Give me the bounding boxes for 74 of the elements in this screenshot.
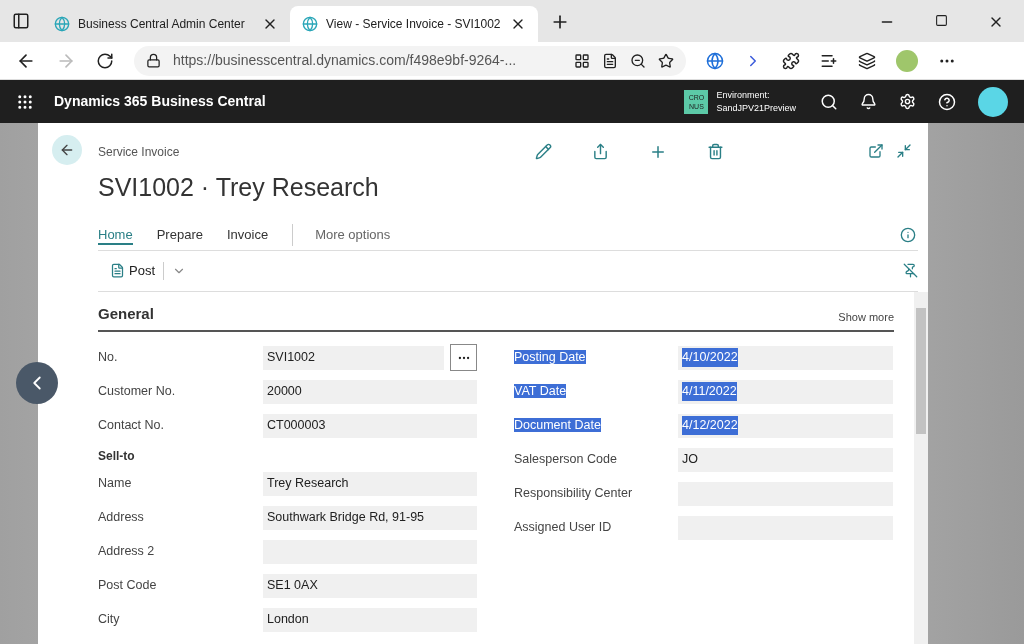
address-bar[interactable]: https://businesscentral.dynamics.com/f498e9bf-9264-... <box>134 45 686 76</box>
info-icon[interactable] <box>900 227 916 243</box>
document-icon <box>110 263 125 278</box>
globe-icon[interactable] <box>706 51 724 70</box>
search-icon[interactable] <box>820 92 838 111</box>
input-field[interactable]: Trey Research <box>263 471 477 496</box>
input-field[interactable]: 4/12/2022 <box>678 413 893 438</box>
scrollbar[interactable] <box>914 291 928 644</box>
action-tab[interactable]: Home <box>98 225 133 245</box>
zoom-out-icon[interactable] <box>630 52 646 69</box>
environment-name: SandJPV21Preview <box>716 101 796 115</box>
input-field[interactable]: CT000003 <box>263 413 477 438</box>
input-field[interactable]: 20000 <box>263 379 477 404</box>
puzzle-icon[interactable] <box>782 51 800 70</box>
input-field[interactable]: 4/10/2022 <box>678 345 893 370</box>
page-title: SVI1002 · Trey Research <box>98 172 379 203</box>
action-tab[interactable]: Invoice <box>226 225 269 245</box>
globe-icon <box>302 16 318 32</box>
field-label: City <box>98 611 121 629</box>
input-field[interactable]: SE1 0AX <box>263 573 477 598</box>
action-tab[interactable]: Prepare <box>156 225 203 245</box>
field-label: Salesperson Code <box>514 452 617 467</box>
input-field[interactable]: JO <box>678 447 893 472</box>
globe-icon <box>54 16 70 32</box>
unpin-icon[interactable] <box>903 263 918 278</box>
tab-title: Business Central Admin Center <box>78 16 246 33</box>
field-label: Posting Date <box>514 350 586 365</box>
star-icon[interactable] <box>658 52 674 69</box>
delete-icon[interactable] <box>706 143 724 161</box>
user-avatar[interactable] <box>978 86 1008 117</box>
back-button[interactable] <box>52 135 82 165</box>
collections-icon[interactable] <box>858 51 876 70</box>
refresh-icon[interactable] <box>96 51 114 70</box>
apps-icon[interactable] <box>574 52 590 69</box>
section-title: General <box>98 304 154 324</box>
app-launcher-icon[interactable] <box>16 92 34 111</box>
sidebar-icon[interactable] <box>12 12 30 30</box>
browser-tab[interactable]: Business Central Admin Center <box>42 6 290 42</box>
help-icon[interactable] <box>938 92 956 111</box>
field-label: Contact No. <box>98 417 165 435</box>
environment-label: Environment: <box>716 88 771 102</box>
previous-record-button[interactable] <box>16 362 58 404</box>
more-options-button[interactable]: More options <box>315 225 391 245</box>
tab-title: View - Service Invoice - SVI1002 <box>326 16 502 33</box>
field-label: Assigned User ID <box>514 520 612 535</box>
field-label: VAT Date <box>514 384 567 399</box>
input-field[interactable]: SVI1002 <box>263 345 444 370</box>
group-heading: Sell-to <box>98 450 136 461</box>
field-label: Post Code <box>98 577 158 595</box>
url-text: https://businesscentral.dynamics.com/f498e9bf-9264-... <box>173 51 518 70</box>
page-caption: Service Invoice <box>98 144 181 161</box>
show-more-link[interactable]: Show more <box>838 309 894 326</box>
post-button[interactable]: Post <box>110 260 155 281</box>
lock-icon <box>146 53 161 68</box>
field-label: Address 2 <box>98 543 156 561</box>
input-field[interactable]: Southwark Bridge Rd, 91-95 <box>263 505 477 530</box>
edit-icon[interactable] <box>534 143 552 161</box>
share-icon[interactable] <box>591 143 609 161</box>
back-arrow-icon <box>59 142 75 158</box>
field-label: Document Date <box>514 418 601 433</box>
input-field[interactable]: London <box>263 607 477 632</box>
field-label: Address <box>98 509 145 527</box>
collapse-icon[interactable] <box>896 143 912 159</box>
app-title[interactable]: Dynamics 365 Business Central <box>54 91 266 112</box>
field-label: Customer No. <box>98 383 177 401</box>
field-label: Name <box>98 475 133 493</box>
browser-tab[interactable]: View - Service Invoice - SVI1002 <box>290 6 538 42</box>
settings-icon[interactable] <box>899 93 916 110</box>
open-new-window-icon[interactable] <box>868 143 884 159</box>
input-field[interactable]: 4/11/2022 <box>678 379 893 404</box>
lookup-button[interactable] <box>450 344 477 371</box>
field-label: Responsibility Center <box>514 486 633 501</box>
field-label: No. <box>98 349 119 367</box>
bell-icon[interactable] <box>860 93 877 110</box>
